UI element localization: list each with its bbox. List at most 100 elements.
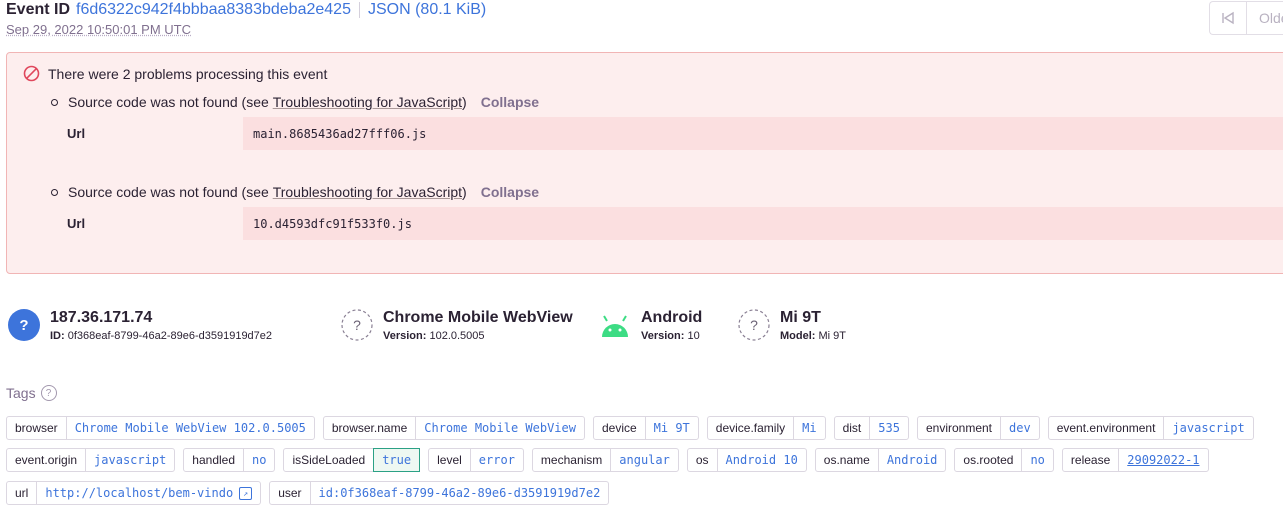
tag-dist[interactable]: dist 535 [833, 416, 909, 440]
tag-os-name[interactable]: os.name Android [814, 448, 947, 472]
external-link-icon[interactable]: ↗ [239, 486, 253, 500]
tag-is-side-loaded[interactable]: isSideLoaded true [283, 448, 421, 472]
tag-row-1: browser Chrome Mobile WebView 102.0.5005 … [6, 416, 1254, 440]
tag-user[interactable]: user id:0f368eaf-8799-46a2-89e6-d3591919d… [269, 481, 610, 505]
troubleshooting-link[interactable]: Troubleshooting for JavaScript [273, 94, 462, 110]
tag-key: device [594, 417, 646, 439]
tag-key: level [429, 449, 471, 471]
tag-browser[interactable]: browser Chrome Mobile WebView 102.0.5005 [6, 416, 315, 440]
troubleshooting-link[interactable]: Troubleshooting for JavaScript [273, 184, 462, 200]
tag-value[interactable]: Chrome Mobile WebView 102.0.5005 [67, 417, 314, 439]
json-link[interactable]: JSON (80.1 KiB) [368, 0, 486, 20]
tag-event-origin[interactable]: event.origin javascript [6, 448, 176, 472]
collapse-button[interactable]: Collapse [481, 184, 539, 200]
tag-value[interactable]: Mi 9T [646, 417, 698, 439]
tag-key: dist [835, 417, 871, 439]
tag-value[interactable]: no [244, 449, 274, 471]
tag-mechanism[interactable]: mechanism angular [531, 448, 679, 472]
tag-key: os.name [816, 449, 879, 471]
errors-title: There were 2 problems processing this ev… [48, 65, 328, 82]
tag-key: user [270, 482, 311, 504]
tag-environment[interactable]: environment dev [916, 416, 1040, 440]
svg-text:?: ? [19, 317, 28, 334]
tag-value[interactable]: id:0f368eaf-8799-46a2-89e6-d3591919d7e2 [311, 482, 609, 504]
event-date[interactable]: Sep 29, 2022 10:50:01 PM UTC [6, 22, 486, 37]
tag-value[interactable]: dev [1001, 417, 1039, 439]
tags-heading: Tags ? [6, 385, 57, 401]
tag-key: release [1063, 449, 1120, 471]
tag-value[interactable]: javascript [86, 449, 174, 471]
detail-key: Url [67, 216, 86, 231]
tag-event-environment[interactable]: event.environment javascript [1047, 416, 1254, 440]
tag-level[interactable]: level error [428, 448, 524, 472]
svg-text:?: ? [750, 317, 758, 333]
detail-key: Url [67, 126, 86, 141]
tag-device[interactable]: device Mi 9T [592, 416, 699, 440]
detail-value: 10.d4593dfc91f533f0.js [243, 207, 1283, 240]
unknown-device-icon: ? [738, 309, 770, 341]
tag-key: event.origin [7, 449, 87, 471]
tag-os-rooted[interactable]: os.rooted no [954, 448, 1054, 472]
bullet [51, 188, 58, 196]
error-item: Source code was not found (see Troublesh… [51, 184, 539, 200]
android-icon [602, 315, 628, 337]
tag-key: browser [7, 417, 67, 439]
tag-browser-name[interactable]: browser.name Chrome Mobile WebView [322, 416, 585, 440]
tag-value[interactable]: Chrome Mobile WebView [416, 417, 584, 439]
detail-value: main.8685436ad27fff06.js [243, 117, 1283, 150]
error-item: Source code was not found (see Troublesh… [51, 94, 539, 110]
oldest-event-button[interactable]: Olde [1247, 2, 1283, 34]
error-suffix: ) [462, 94, 467, 110]
tag-value[interactable]: angular [611, 449, 678, 471]
user-id-label: ID: [50, 330, 65, 342]
tag-os[interactable]: os Android 10 [686, 448, 807, 472]
browser-name: Chrome Mobile WebView [383, 309, 573, 326]
svg-text:?: ? [353, 317, 361, 333]
tag-row-3: url http://localhost/bem-vindo ↗ user id:0… [6, 481, 610, 505]
tag-value[interactable]: true [373, 448, 421, 472]
unknown-browser-icon: ? [341, 309, 373, 341]
processing-errors-alert: There were 2 problems processing this ev… [6, 52, 1283, 274]
tag-key: os [688, 449, 718, 471]
tag-url[interactable]: url http://localhost/bem-vindo ↗ [6, 481, 262, 505]
tag-value[interactable]: 535 [870, 417, 908, 439]
tag-key: environment [918, 417, 1002, 439]
tag-key: device.family [708, 417, 795, 439]
os-version-value: 10 [687, 330, 700, 342]
error-detail-row: Url main.8685436ad27fff06.js [67, 117, 1283, 150]
collapse-button[interactable]: Collapse [481, 94, 539, 110]
tag-key: event.environment [1049, 417, 1165, 439]
tag-value-wrap[interactable]: http://localhost/bem-vindo ↗ [37, 482, 260, 504]
tag-handled[interactable]: handled no [183, 448, 276, 472]
tags-title: Tags [6, 385, 36, 401]
context-os: Android Version: 10 [599, 308, 702, 342]
tag-key: browser.name [324, 417, 417, 439]
tag-key: handled [184, 449, 245, 471]
tag-value[interactable]: 29092022-1 [1119, 449, 1207, 471]
os-name: Android [641, 309, 703, 326]
event-id-label: Event ID [6, 1, 71, 18]
tag-device-family[interactable]: device.family Mi [706, 416, 826, 440]
error-circle-icon [23, 65, 40, 82]
user-id-value: 0f368eaf-8799-46a2-89e6-d3591919d7e2 [67, 330, 273, 342]
browser-version-value: 102.0.5005 [429, 330, 485, 342]
tag-value[interactable]: http://localhost/bem-vindo [45, 486, 233, 500]
context-browser: ? Chrome Mobile WebView Version: 102.0.5… [341, 308, 573, 342]
error-message: Source code was not found (see [68, 184, 273, 200]
event-header: Event ID f6d6322c942f4bbbaa8383bdeba2e42… [6, 0, 486, 37]
tag-value[interactable]: error [471, 449, 523, 471]
tag-key: url [7, 482, 38, 504]
tag-key: os.rooted [955, 449, 1023, 471]
event-id-link[interactable]: f6d6322c942f4bbbaa8383bdeba2e425 [76, 0, 351, 20]
tag-value[interactable]: no [1022, 449, 1052, 471]
tag-value[interactable]: Mi [794, 417, 824, 439]
tag-release[interactable]: release 29092022-1 [1061, 448, 1209, 472]
tag-value[interactable]: Android 10 [718, 449, 806, 471]
context-device: ? Mi 9T Model: Mi 9T [738, 308, 846, 342]
first-event-button[interactable] [1210, 2, 1247, 34]
error-message: Source code was not found (see [68, 94, 273, 110]
tag-value[interactable]: javascript [1164, 417, 1252, 439]
device-model-label: Model: [780, 330, 816, 342]
tag-value[interactable]: Android [879, 449, 946, 471]
help-icon[interactable]: ? [40, 385, 57, 401]
